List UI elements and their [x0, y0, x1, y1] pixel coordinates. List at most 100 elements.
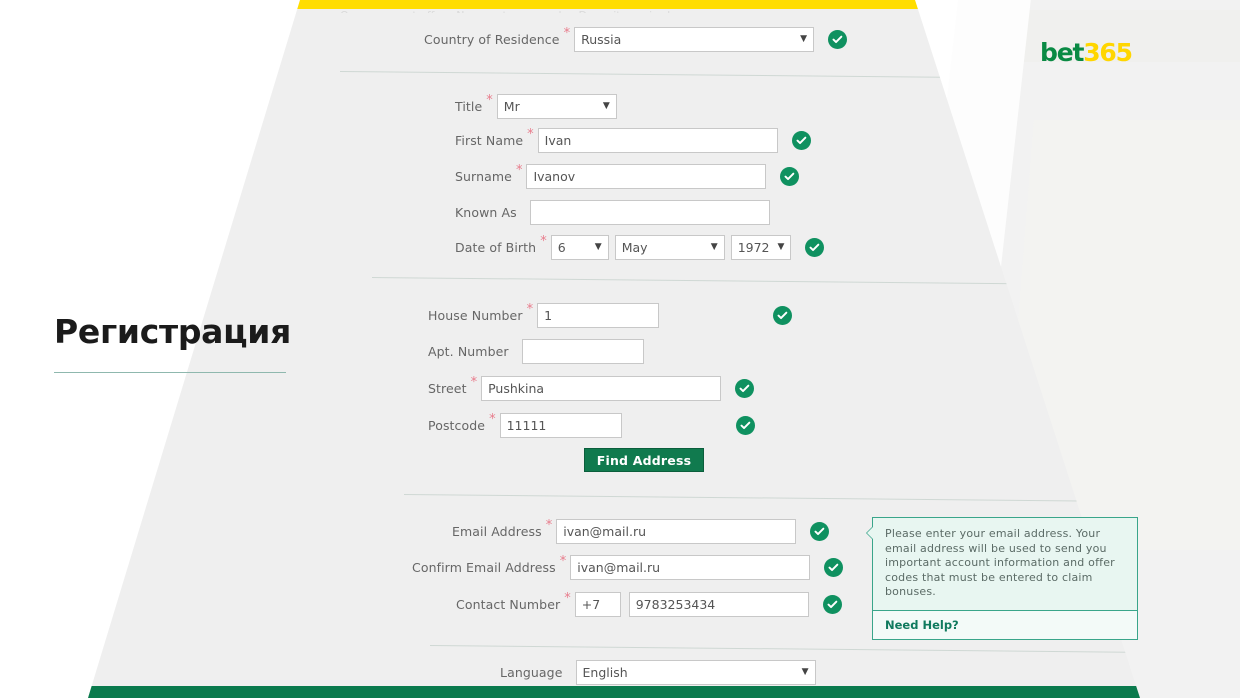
label-surname: Surname	[455, 168, 512, 184]
required-marker: *	[515, 163, 523, 178]
select-birth-month-value: May	[621, 239, 648, 255]
field-row-postcode: Postcode * 11111	[428, 412, 755, 438]
check-circle-icon	[780, 166, 800, 186]
field-row-known-as: Known As	[455, 199, 770, 225]
logo-text-primary: bet	[1040, 38, 1084, 67]
input-apt-number[interactable]	[521, 338, 644, 364]
check-circle-icon	[824, 557, 844, 577]
input-contact-number[interactable]: 9783253434	[628, 591, 809, 617]
select-birth-day-value: 6	[557, 239, 566, 255]
input-house-number[interactable]: 1	[537, 302, 660, 328]
select-language[interactable]: English ▼	[575, 659, 816, 685]
page-title-underline	[54, 372, 286, 373]
label-language: Language	[500, 664, 563, 680]
label-confirm-email-address: Confirm Email Address	[412, 559, 556, 575]
chevron-down-icon: ▼	[710, 241, 718, 252]
required-marker: *	[564, 591, 571, 606]
bet365-logo[interactable]: bet365	[1040, 38, 1133, 67]
field-row-country-of-residence: Country of Residence * Russia ▼	[424, 26, 848, 52]
check-circle-icon	[828, 29, 848, 49]
input-street[interactable]: Pushkina	[481, 375, 722, 401]
field-row-contact-number: Contact Number * +7 9783253434	[456, 591, 842, 617]
input-dial-code[interactable]: +7	[574, 591, 621, 617]
field-row-title: Title * Mr ▼	[455, 93, 617, 119]
label-email-address: Email Address	[452, 523, 542, 539]
logo-text-secondary: 365	[1083, 38, 1133, 67]
input-surname[interactable]: Ivanov	[526, 163, 767, 189]
field-row-email-address: Email Address * ivan@mail.ru	[452, 518, 830, 544]
chevron-down-icon: ▼	[602, 100, 610, 111]
label-date-of-birth: Date of Birth	[455, 239, 537, 255]
select-birth-year-value: 1972	[737, 239, 770, 255]
registration-page: Open account offer · New customers only …	[0, 0, 1240, 698]
field-row-apt-number: Apt. Number	[428, 338, 644, 364]
label-first-name: First Name	[455, 132, 524, 148]
input-surname-value: Ivanov	[533, 168, 576, 184]
field-row-date-of-birth: Date of Birth * 6 ▼ May ▼ 1972 ▼	[455, 234, 824, 260]
field-row-street: Street * Pushkina	[428, 375, 755, 401]
check-circle-icon	[735, 378, 755, 398]
label-street: Street	[428, 380, 467, 396]
input-first-name[interactable]: Ivan	[537, 127, 778, 153]
check-circle-icon	[804, 237, 824, 257]
required-marker: *	[563, 26, 571, 41]
select-birth-month[interactable]: May ▼	[614, 234, 725, 260]
required-marker: *	[486, 93, 493, 108]
label-contact-number: Contact Number	[456, 596, 561, 612]
page-title: Регистрация	[54, 312, 291, 351]
page-title-block: Регистрация	[54, 312, 291, 373]
chevron-down-icon: ▼	[800, 33, 808, 44]
select-country-of-residence[interactable]: Russia ▼	[574, 26, 815, 52]
find-address-button[interactable]: Find Address	[584, 448, 704, 472]
check-circle-icon	[810, 521, 830, 541]
select-birth-year[interactable]: 1972 ▼	[730, 234, 791, 260]
label-postcode: Postcode	[428, 417, 486, 433]
chevron-down-icon: ▼	[777, 241, 785, 252]
label-title: Title	[455, 98, 483, 114]
tooltip-arrow-fill	[867, 527, 873, 539]
input-confirm-email-address[interactable]: ivan@mail.ru	[570, 554, 811, 580]
label-known-as: Known As	[455, 204, 517, 220]
chevron-down-icon: ▼	[801, 666, 809, 677]
label-house-number: House Number	[428, 307, 523, 323]
input-email-address-value: ivan@mail.ru	[563, 523, 647, 539]
input-email-address[interactable]: ivan@mail.ru	[556, 518, 797, 544]
check-circle-icon	[791, 130, 811, 150]
need-help-link[interactable]: Need Help?	[873, 609, 1137, 639]
input-dial-code-value: +7	[581, 596, 601, 612]
input-contact-number-value: 9783253434	[635, 596, 716, 612]
select-country-value: Russia	[581, 31, 622, 47]
input-first-name-value: Ivan	[544, 132, 572, 148]
field-row-language: Language English ▼	[500, 659, 816, 685]
input-postcode-value: 11111	[506, 417, 547, 433]
required-marker: *	[559, 554, 567, 569]
input-street-value: Pushkina	[488, 380, 545, 396]
input-confirm-email-address-value: ivan@mail.ru	[577, 559, 661, 575]
email-help-tooltip: Please enter your email address. Your em…	[866, 517, 1138, 640]
required-marker: *	[470, 375, 478, 390]
input-known-as[interactable]	[529, 199, 770, 225]
check-circle-icon	[773, 305, 793, 325]
field-row-house-number: House Number * 1	[428, 302, 793, 328]
required-marker: *	[540, 234, 547, 249]
input-postcode[interactable]: 11111	[499, 412, 622, 438]
tooltip-body-text: Please enter your email address. Your em…	[885, 527, 1115, 598]
required-marker: *	[489, 412, 496, 427]
required-marker: *	[527, 127, 534, 142]
field-row-confirm-email-address: Confirm Email Address * ivan@mail.ru	[412, 554, 844, 580]
label-country-of-residence: Country of Residence	[424, 31, 560, 47]
select-title-value: Mr	[503, 98, 520, 114]
check-circle-icon	[735, 415, 755, 435]
check-circle-icon	[822, 594, 842, 614]
required-marker: *	[545, 518, 553, 533]
input-house-number-value: 1	[544, 307, 553, 323]
field-row-surname: Surname * Ivanov	[455, 163, 800, 189]
chevron-down-icon: ▼	[594, 241, 602, 252]
find-address-button-label: Find Address	[596, 452, 692, 468]
required-marker: *	[526, 302, 534, 317]
field-row-first-name: First Name * Ivan	[455, 127, 811, 153]
label-apt-number: Apt. Number	[428, 343, 509, 359]
select-birth-day[interactable]: 6 ▼	[550, 234, 609, 260]
select-title[interactable]: Mr ▼	[496, 93, 617, 119]
select-language-value: English	[582, 664, 628, 680]
